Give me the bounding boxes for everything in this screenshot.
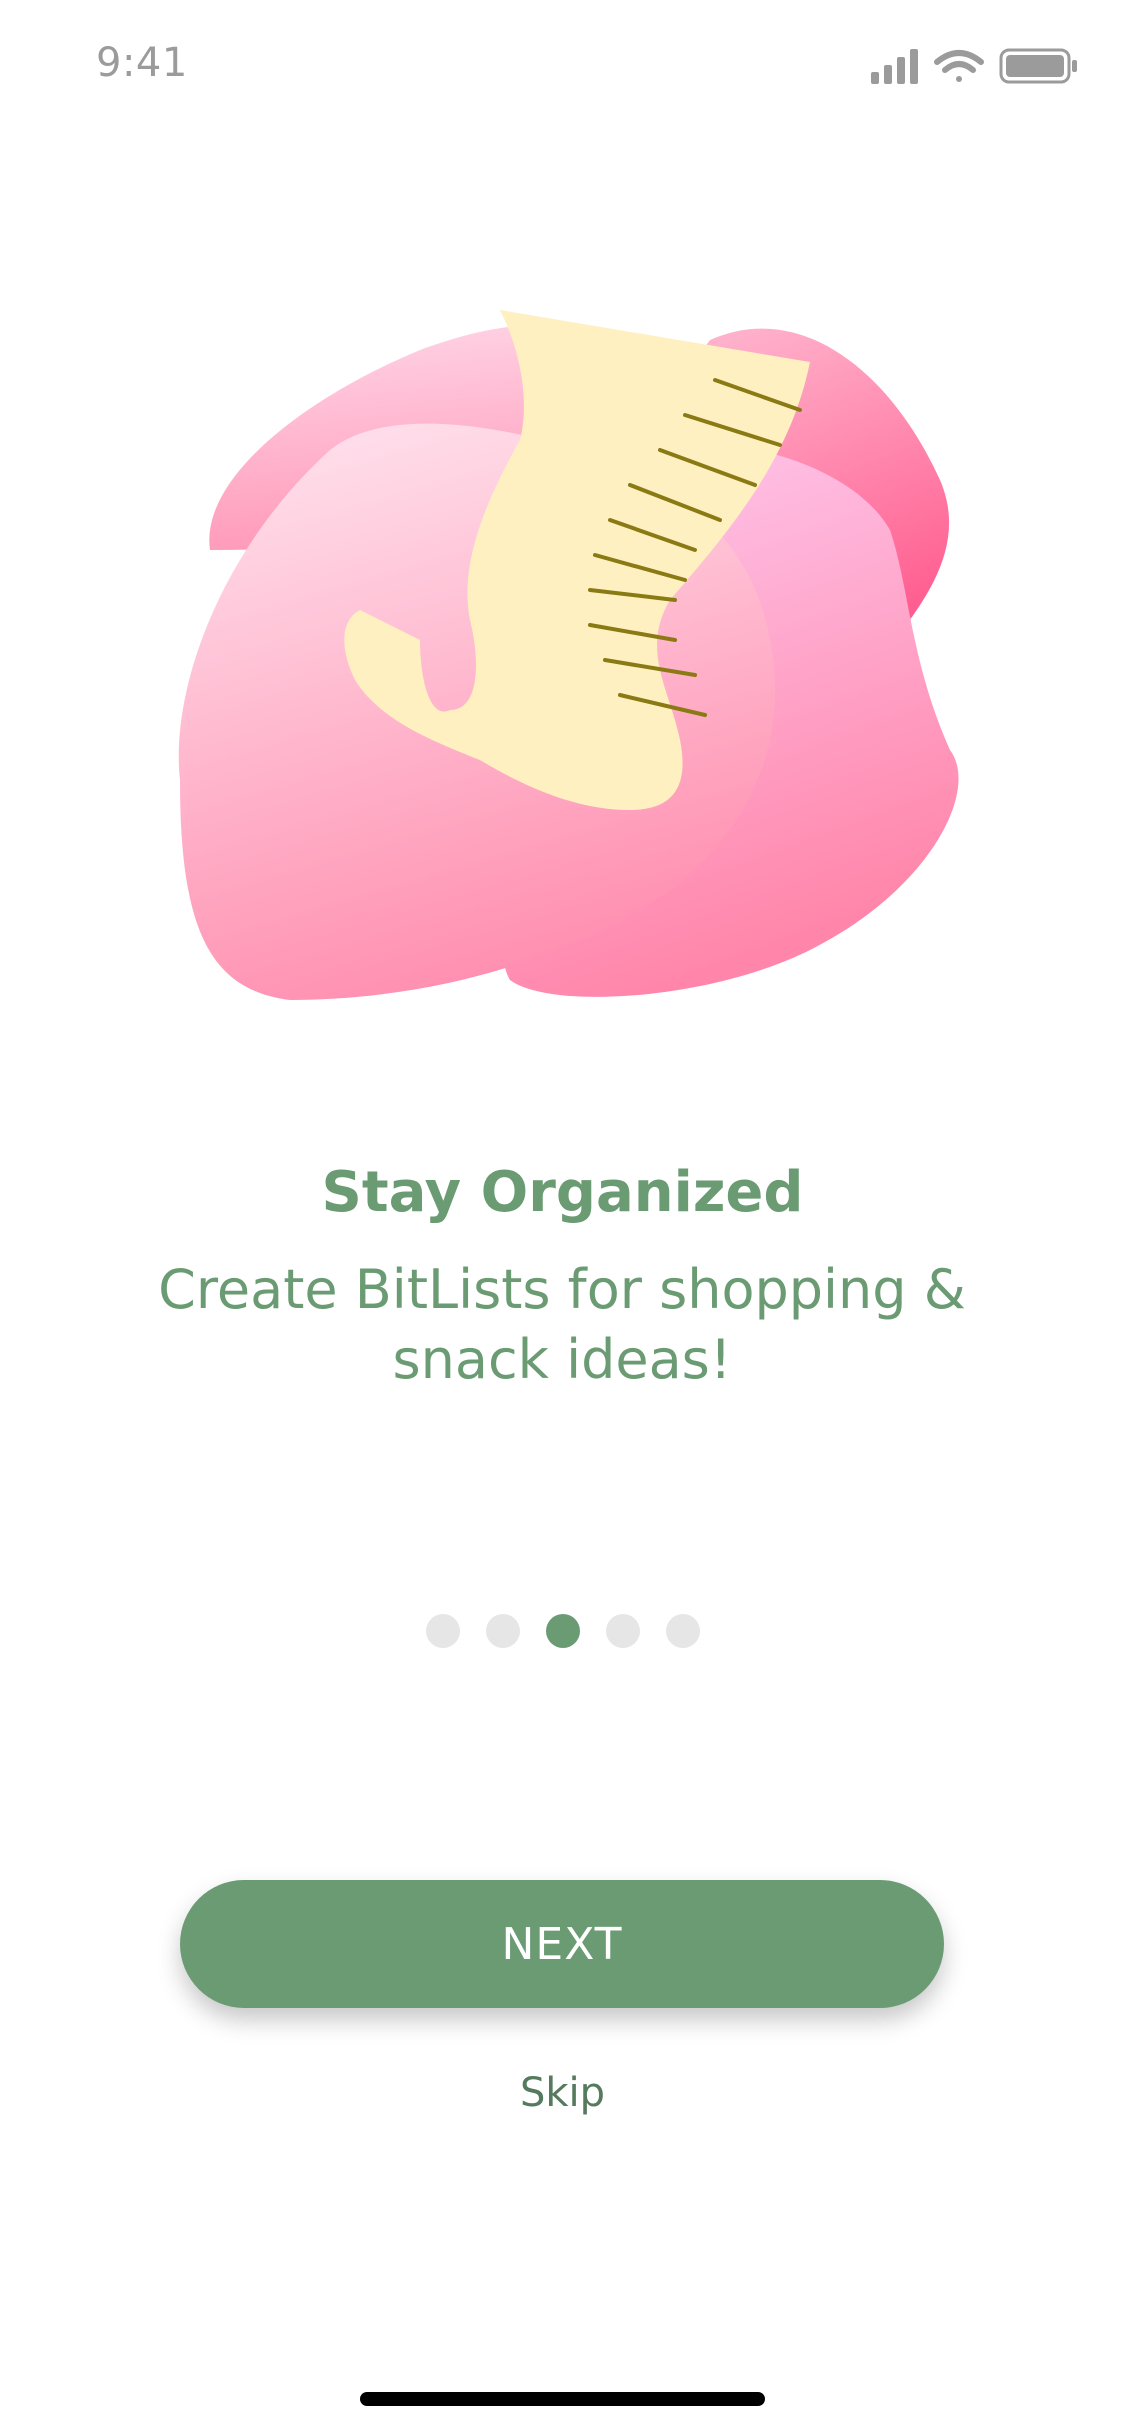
page-dot-5[interactable]	[665, 1614, 700, 1648]
wifi-icon	[934, 50, 984, 82]
next-button[interactable]: NEXT	[180, 1880, 944, 2008]
signal-icon	[871, 49, 918, 84]
home-indicator[interactable]	[360, 2392, 765, 2406]
skip-link[interactable]: Skip	[0, 2070, 1125, 2116]
page-dot-2[interactable]	[485, 1614, 520, 1648]
page-dot-1[interactable]	[425, 1614, 460, 1648]
status-time: 9:41	[96, 40, 188, 86]
receipt-list-illustration	[150, 310, 1050, 1080]
page-description: Create BitLists for shopping & snack ide…	[158, 1258, 966, 1391]
page-title: Stay Organized	[321, 1160, 804, 1225]
page-indicator	[0, 1614, 1125, 1648]
status-icons	[871, 46, 1081, 86]
page-dot-4[interactable]	[605, 1614, 640, 1648]
status-bar: 9:41	[0, 0, 1125, 132]
battery-icon	[999, 48, 1077, 84]
page-dot-3-active[interactable]	[545, 1614, 580, 1648]
